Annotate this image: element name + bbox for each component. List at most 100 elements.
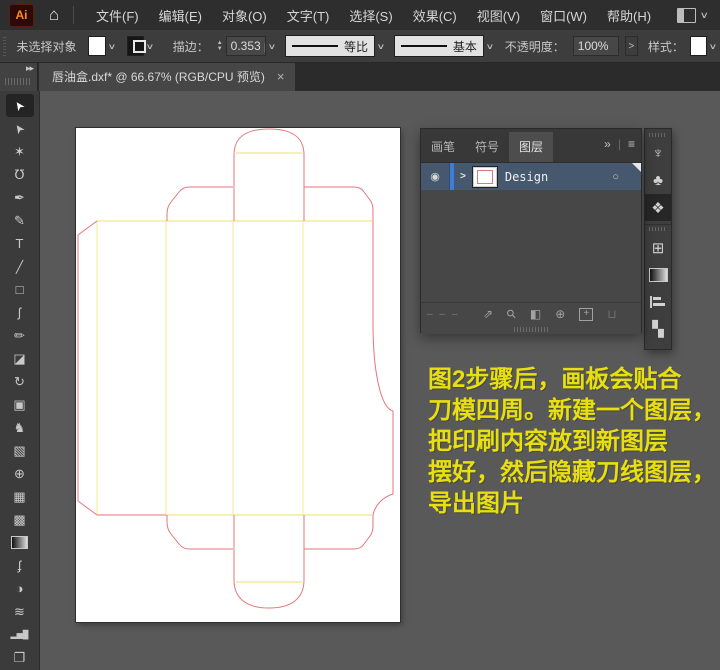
profile-label: 等比 [344,38,368,55]
menu-help[interactable]: 帮助(H) [597,0,661,30]
tab-symbols[interactable]: 符号 [465,132,509,162]
chevron-down-icon[interactable]: ∨ [145,42,154,51]
opacity-input[interactable]: 100% [573,36,619,56]
app-logo-icon[interactable]: Ai [9,4,34,27]
menu-file[interactable]: 文件(F) [86,0,149,30]
width-profile-select[interactable]: 等比 [285,35,375,57]
layers-list-empty-area[interactable] [421,190,641,302]
eraser-tool[interactable]: ◪ [6,347,34,370]
document-tab-bar: ▸▸ 唇油盒.dxf* @ 66.67% (RGB/CPU 预览) × [0,62,720,91]
eyedropper-tool[interactable]: ʄ [6,554,34,577]
pencil-tool[interactable]: ✏ [6,324,34,347]
swatches-panel-icon[interactable]: ⊞ [645,234,671,261]
menu-type[interactable]: 文字(T) [277,0,340,30]
selected-art-indicator [632,163,641,172]
new-sublayer-icon[interactable]: ⊕ [555,307,565,321]
artboard-tool[interactable]: ❐ [6,646,34,669]
tab-brushes[interactable]: 画笔 [421,132,465,162]
shape-builder-tool[interactable]: ⊕ [6,462,34,485]
home-icon[interactable]: ⌂ [41,4,67,26]
chevron-down-icon[interactable]: ∨ [377,42,386,51]
divider [73,6,74,24]
selection-tool[interactable]: ➤ [6,94,34,117]
layer-row-design[interactable]: ◉ > Design ○ [421,163,641,190]
menu-view[interactable]: 视图(V) [467,0,530,30]
symbols-panel-icon[interactable]: ♣ [645,167,671,194]
dock-grip[interactable] [649,227,667,231]
style-label: 样式： [648,38,684,55]
menu-window[interactable]: 窗口(W) [530,0,597,30]
rectangle-tool[interactable]: □ [6,278,34,301]
gradient-tool[interactable] [6,531,34,554]
chevron-down-icon[interactable]: ∨ [268,42,277,51]
menu-effect[interactable]: 效果(C) [403,0,467,30]
control-bar: 未选择对象 ∨ ∨ 描边： ▲ ▼ 0.353 pt ∨ 等比 ∨ 基本 ∨ 不… [0,30,720,63]
type-tool[interactable]: T [6,232,34,255]
chevron-down-icon[interactable]: ∨ [485,42,494,51]
collect-for-export-icon[interactable]: ⇗ [483,307,493,321]
blend-tool[interactable]: ◑ [6,577,34,600]
collapse-panel-icon[interactable]: ▸▸ [26,63,33,74]
workspace-switcher[interactable]: ∨ [677,8,708,23]
menu-object[interactable]: 对象(O) [212,0,277,30]
layer-count-truncated: – – – [427,309,459,320]
pathfinder-panel-icon[interactable]: ▚ [645,315,671,342]
stroke-width-input[interactable]: 0.353 pt [226,36,266,56]
style-swatch[interactable] [690,36,707,56]
annotation-line: 图2步骤后，画板会贴合 [428,364,720,395]
panel-resize-handle[interactable] [421,325,641,334]
document-tab[interactable]: 唇油盒.dxf* @ 66.67% (RGB/CPU 预览) × [39,62,295,91]
puppet-warp-tool[interactable]: ♞ [6,416,34,439]
gradient-panel-icon[interactable] [645,261,671,288]
dock-grip[interactable] [649,133,667,137]
column-graph-tool[interactable]: ▂▅█ [6,623,34,646]
tab-layers[interactable]: 图层 [509,132,553,162]
annotation-line: 把印刷内容放到新图层 [428,426,720,457]
menu-select[interactable]: 选择(S) [339,0,402,30]
mesh-tool[interactable]: ▩ [6,508,34,531]
layers-panel-icon[interactable]: ❖ [645,194,671,221]
brushes-panel-icon[interactable]: ♆ [645,140,671,167]
tools-panel-header[interactable]: ▸▸ [0,62,38,91]
document-title: 唇油盒.dxf* @ 66.67% (RGB/CPU 预览) [52,68,265,85]
menu-edit[interactable]: 编辑(E) [149,0,212,30]
brush-select[interactable]: 基本 [394,35,484,57]
align-panel-icon[interactable] [645,288,671,315]
magic-wand-tool[interactable]: ✶ [6,140,34,163]
paintbrush-tool[interactable]: ʃ [6,301,34,324]
free-transform-tool[interactable]: ▧ [6,439,34,462]
layer-name[interactable]: Design [505,170,548,184]
scale-tool[interactable]: ▣ [6,393,34,416]
target-circle-icon[interactable]: ○ [612,171,619,183]
panel-grip[interactable] [3,36,6,56]
rotate-tool[interactable]: ↻ [6,370,34,393]
lasso-tool[interactable]: ℧ [6,163,34,186]
stroke-label: 描边： [173,38,209,55]
stepper-down-icon[interactable]: ▼ [217,46,223,52]
locate-object-icon[interactable]: ⚲ [503,306,519,322]
curvature-tool[interactable]: ✎ [6,209,34,232]
delete-layer-icon[interactable]: ⊔ [607,307,616,321]
perspective-grid-tool[interactable]: ▦ [6,485,34,508]
artboard[interactable] [76,128,400,622]
panel-overflow-icon[interactable]: » [604,137,611,151]
expand-layer-icon[interactable]: > [460,171,466,182]
brush-preview [401,45,447,47]
visibility-eye-icon[interactable]: ◉ [421,163,450,190]
close-icon[interactable]: × [277,69,285,84]
direct-selection-tool[interactable]: ➤ [6,117,34,140]
stroke-width-stepper[interactable]: ▲ ▼ [217,40,223,52]
line-tool[interactable]: ╱ [6,255,34,278]
clipping-mask-icon[interactable]: ◧ [530,307,541,321]
pen-tool[interactable]: ✒ [6,186,34,209]
layer-thumbnail[interactable] [473,167,497,187]
stroke-swatch[interactable] [127,36,144,56]
chevron-down-icon[interactable]: ∨ [107,42,116,51]
opacity-options-button[interactable]: > [625,36,638,56]
new-layer-icon[interactable]: + [579,308,593,321]
chevron-down-icon[interactable]: ∨ [709,42,718,51]
panel-menu-icon[interactable]: ≡ [628,137,635,151]
symbol-sprayer-tool[interactable]: ≋ [6,600,34,623]
annotation-line: 导出图片 [428,488,720,519]
fill-swatch[interactable] [88,36,105,56]
